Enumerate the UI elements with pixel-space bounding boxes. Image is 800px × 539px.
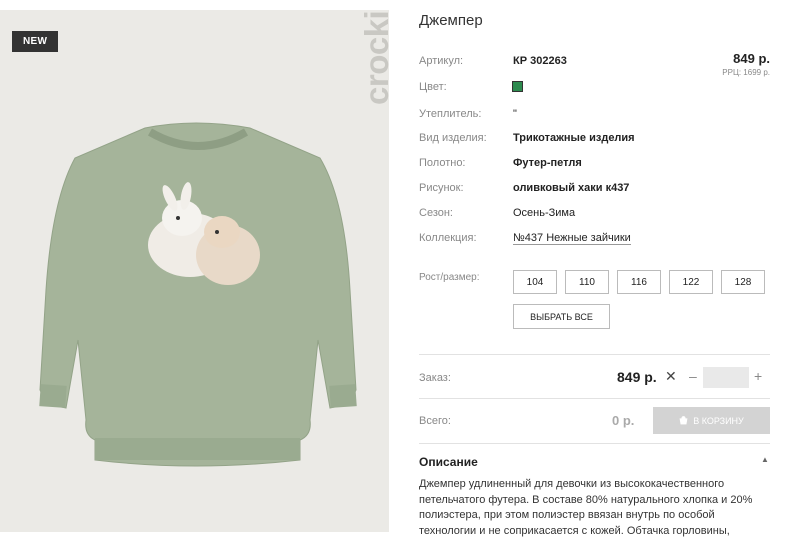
- add-to-cart-label: В КОРЗИНУ: [693, 415, 744, 426]
- print-label: Рисунок:: [419, 182, 464, 194]
- add-to-cart-button[interactable]: В КОРЗИНУ: [653, 407, 770, 434]
- article-label: Артикул:: [419, 55, 464, 67]
- product-image[interactable]: NEW crockid: [0, 10, 389, 532]
- increase-quantity-button[interactable]: +: [754, 368, 762, 384]
- fabric-label: Полотно:: [419, 157, 466, 169]
- collection-label: Коллекция:: [419, 232, 477, 244]
- sweater-illustration: [39, 122, 357, 467]
- total-label: Всего:: [419, 415, 451, 427]
- divider: [419, 354, 770, 355]
- cart-icon: [679, 416, 688, 425]
- color-swatch[interactable]: [512, 81, 523, 92]
- total-price: 0 р.: [612, 413, 635, 428]
- size-option-104[interactable]: 104: [513, 270, 557, 294]
- insulation-value: ": [513, 108, 517, 120]
- season-label: Сезон:: [419, 207, 453, 219]
- item-type-value: Трикотажные изделия: [513, 132, 635, 144]
- divider: [419, 398, 770, 399]
- order-label: Заказ:: [419, 372, 451, 384]
- multiply-icon: ✕: [665, 368, 677, 384]
- description-heading: Описание: [419, 455, 478, 469]
- item-type-label: Вид изделия:: [419, 132, 487, 144]
- insulation-label: Утеплитель:: [419, 108, 482, 120]
- fabric-value: Футер-петля: [513, 157, 582, 169]
- new-badge: NEW: [12, 31, 59, 52]
- article-value: КР 302263: [513, 55, 567, 67]
- quantity-input[interactable]: [703, 367, 749, 388]
- order-price: 849 р.: [617, 369, 657, 385]
- decrease-quantity-button[interactable]: –: [689, 368, 697, 384]
- recommended-price: РРЦ: 1699 р.: [722, 68, 770, 77]
- size-option-110[interactable]: 110: [565, 270, 609, 294]
- brand-logo: crockid: [358, 10, 389, 105]
- size-option-122[interactable]: 122: [669, 270, 713, 294]
- description-text: Джемпер удлиненный для девочки из высоко…: [419, 478, 753, 537]
- product-price: 849 р.: [733, 51, 770, 66]
- size-selector: 104 110 116 122 128: [513, 270, 773, 294]
- chevron-up-icon[interactable]: ▲: [761, 455, 769, 464]
- season-value: Осень-Зима: [513, 207, 576, 219]
- product-title: Джемпер: [419, 12, 483, 29]
- size-option-116[interactable]: 116: [617, 270, 661, 294]
- print-value: оливковый хаки к437: [513, 182, 630, 194]
- color-label: Цвет:: [419, 81, 447, 93]
- collection-link[interactable]: №437 Нежные зайчики: [513, 232, 631, 245]
- size-label: Рост/размер:: [419, 272, 480, 283]
- divider: [419, 443, 770, 444]
- size-option-128[interactable]: 128: [721, 270, 765, 294]
- select-all-button[interactable]: ВЫБРАТЬ ВСЕ: [513, 304, 610, 329]
